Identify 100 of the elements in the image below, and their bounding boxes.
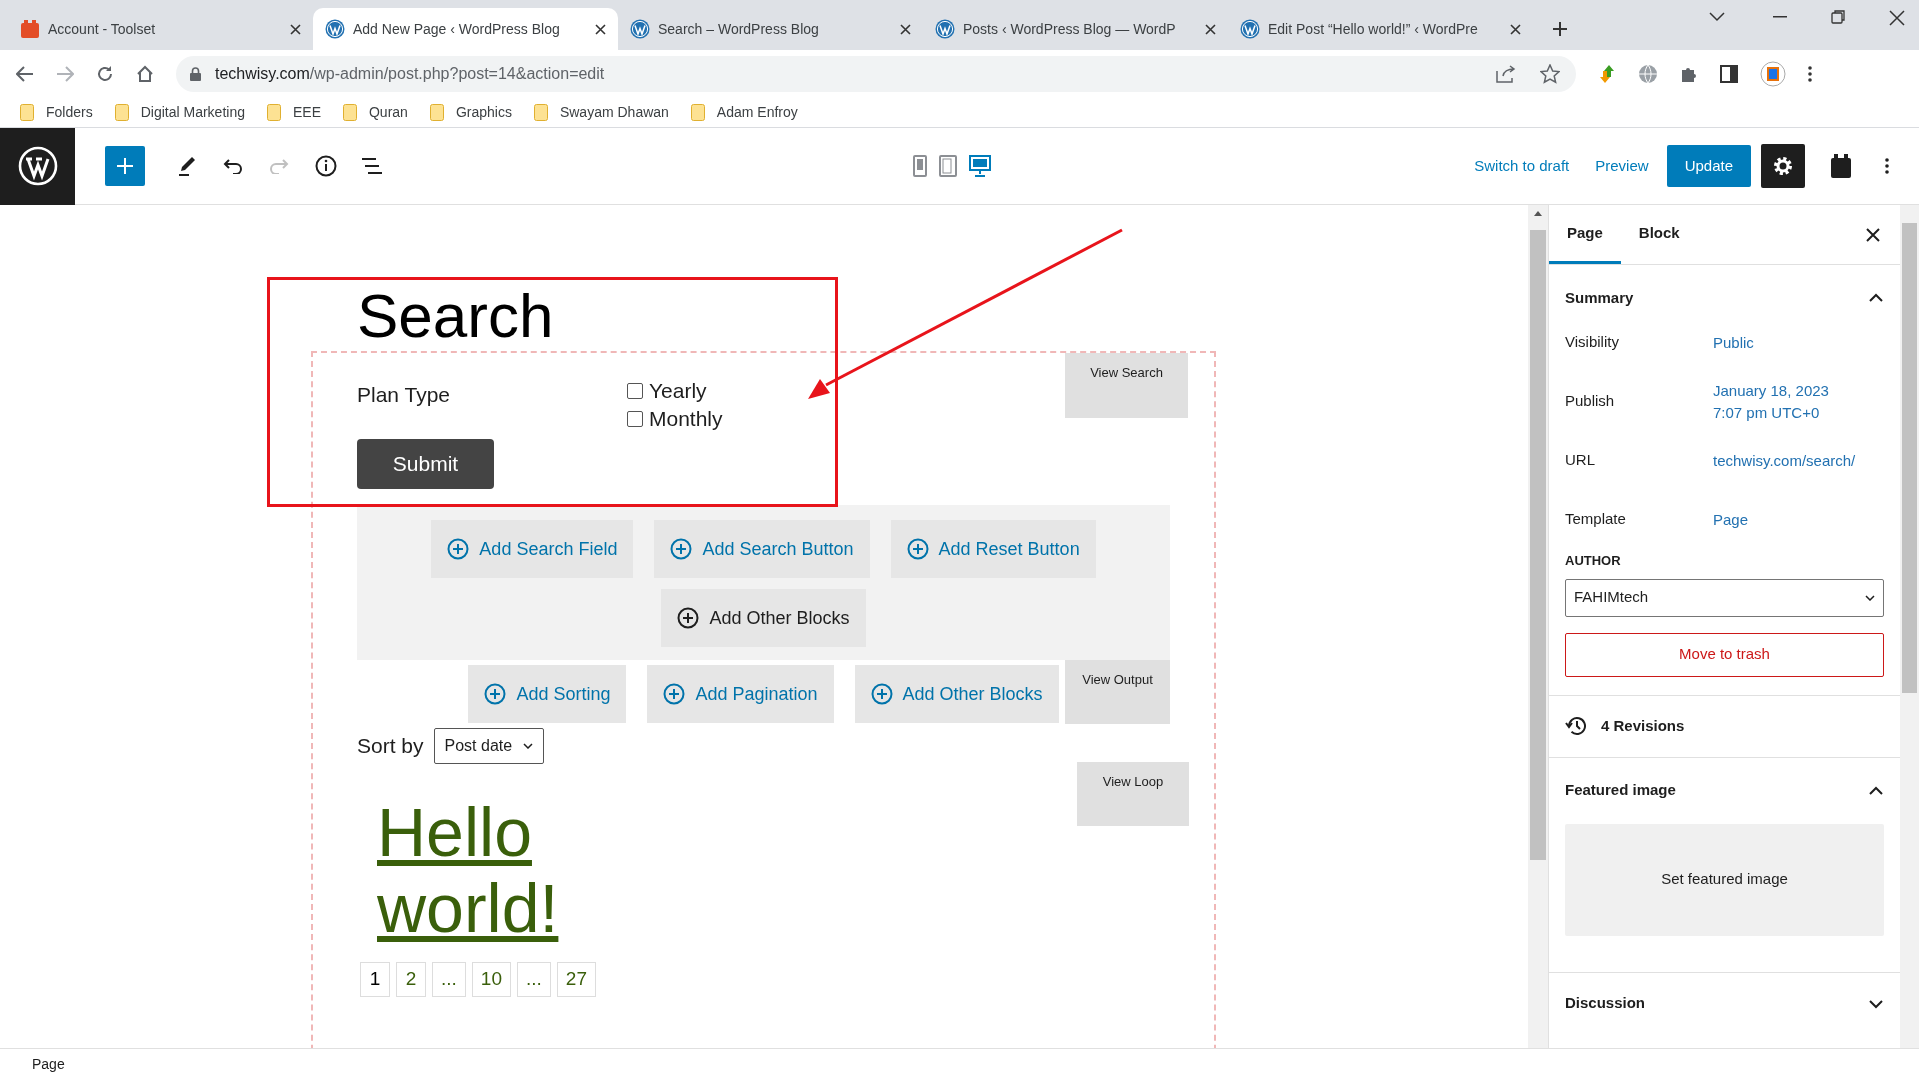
- share-icon[interactable]: [1496, 64, 1516, 83]
- profile-avatar-icon[interactable]: [1760, 60, 1786, 87]
- bookmark[interactable]: Folders: [20, 101, 93, 123]
- field-value-link[interactable]: techwisy.com/search/: [1713, 449, 1856, 472]
- browser-tab[interactable]: Search – WordPress Blog: [618, 8, 923, 50]
- wordpress-logo-icon: [935, 19, 955, 39]
- pagination-item[interactable]: 27: [556, 962, 596, 997]
- wordpress-logo-button[interactable]: [0, 127, 75, 205]
- pagination-item[interactable]: ...: [517, 962, 551, 997]
- view-section-tab[interactable]: View Output: [1065, 660, 1170, 724]
- browser-tab[interactable]: Posts ‹ WordPress Blog — WordP: [923, 8, 1228, 50]
- extension-arrows-icon[interactable]: [1598, 63, 1616, 84]
- add-block-button[interactable]: Add Pagination: [647, 665, 834, 723]
- tab-title: Account - Toolset: [48, 19, 157, 39]
- folder-icon: [266, 103, 281, 121]
- chevron-up-icon[interactable]: [1868, 293, 1884, 303]
- lock-icon: [190, 66, 201, 81]
- field-value-link[interactable]: January 18, 2023 7:07 pm UTC+0: [1713, 379, 1829, 424]
- close-icon[interactable]: [900, 23, 911, 35]
- set-featured-image-button[interactable]: Set featured image: [1565, 823, 1884, 936]
- panel-heading[interactable]: Summary: [1565, 286, 1634, 310]
- bookmark[interactable]: Graphics: [429, 101, 512, 123]
- add-block-button[interactable]: [105, 146, 145, 186]
- plus-icon: [116, 157, 134, 175]
- author-select[interactable]: FAHIMtech: [1565, 578, 1884, 617]
- tab-search-chevron-icon[interactable]: [1709, 12, 1725, 22]
- block-breadcrumb[interactable]: Page: [32, 1053, 65, 1075]
- add-block-button[interactable]: Add Other Blocks: [854, 665, 1059, 723]
- close-icon[interactable]: [1510, 23, 1521, 35]
- chevron-down-icon[interactable]: [1868, 998, 1884, 1009]
- plugin-block-icon[interactable]: [1831, 154, 1851, 178]
- sidebar-tab[interactable]: Block: [1620, 205, 1698, 264]
- browser-tab[interactable]: Edit Post “Hello world!” ‹ WordPre: [1228, 8, 1533, 50]
- minimize-icon[interactable]: [1773, 16, 1787, 18]
- close-window-icon[interactable]: [1889, 10, 1905, 26]
- info-icon[interactable]: [315, 155, 337, 177]
- browser-tab[interactable]: Add New Page ‹ WordPress Blog: [313, 8, 618, 50]
- more-options-icon[interactable]: [1808, 65, 1812, 82]
- undo-icon[interactable]: [223, 158, 243, 174]
- checkbox[interactable]: [627, 411, 643, 427]
- add-block-button[interactable]: Add Search Field: [431, 520, 634, 578]
- options-icon[interactable]: [1885, 158, 1889, 174]
- update-button[interactable]: Update: [1666, 145, 1751, 187]
- bookmark[interactable]: Swayam Dhawan: [533, 101, 669, 123]
- tab-title: Search – WordPress Blog: [658, 19, 820, 39]
- add-block-button[interactable]: Add Sorting: [468, 665, 627, 723]
- post-title-link[interactable]: Hello world!: [377, 794, 577, 946]
- bookmark[interactable]: Digital Marketing: [114, 101, 245, 123]
- pagination-item[interactable]: 1: [360, 962, 390, 997]
- restore-icon[interactable]: [1831, 10, 1845, 24]
- pagination-item[interactable]: 2: [396, 962, 426, 997]
- editor-scrollbar[interactable]: [1528, 205, 1548, 1048]
- add-block-button[interactable]: Add Reset Button: [890, 520, 1096, 578]
- side-panel-icon[interactable]: [1720, 64, 1738, 83]
- checkbox[interactable]: [627, 383, 643, 399]
- view-section-tab[interactable]: View Loop: [1077, 762, 1189, 826]
- list-view-icon[interactable]: [361, 158, 383, 174]
- close-icon[interactable]: [290, 23, 301, 35]
- bookmark[interactable]: Adam Enfroy: [690, 101, 798, 123]
- preview-button[interactable]: Preview: [1595, 154, 1649, 178]
- sidebar-tab[interactable]: Page: [1549, 205, 1621, 264]
- page-title[interactable]: Search: [357, 283, 1216, 349]
- pagination-item[interactable]: 10: [471, 962, 511, 997]
- home-icon[interactable]: [136, 64, 154, 83]
- close-icon[interactable]: [595, 23, 606, 35]
- checkbox-option[interactable]: Monthly: [627, 407, 723, 431]
- globe-icon[interactable]: [1638, 63, 1658, 84]
- field-value-link[interactable]: Page: [1713, 508, 1749, 531]
- checkbox-option[interactable]: Yearly: [627, 379, 723, 403]
- settings-button[interactable]: [1761, 144, 1805, 188]
- back-icon[interactable]: [16, 65, 34, 82]
- field-value-link[interactable]: Public: [1713, 331, 1754, 354]
- desktop-preview-icon[interactable]: [969, 155, 991, 177]
- close-icon[interactable]: [1205, 23, 1216, 35]
- new-tab-icon[interactable]: [1551, 20, 1569, 38]
- bookmark[interactable]: EEE: [266, 101, 321, 123]
- sort-select[interactable]: Post date: [433, 728, 544, 764]
- pencil-icon[interactable]: [177, 155, 197, 177]
- add-block-button[interactable]: Add Other Blocks: [661, 589, 866, 647]
- panel-heading[interactable]: Discussion: [1565, 992, 1646, 1015]
- sidebar-scrollbar[interactable]: [1900, 205, 1919, 1048]
- scrollbar-thumb[interactable]: [1902, 223, 1917, 693]
- switch-to-draft-button[interactable]: Switch to draft: [1474, 154, 1570, 178]
- panel-heading[interactable]: Featured image: [1565, 779, 1676, 802]
- tablet-preview-icon[interactable]: [939, 155, 957, 177]
- bookmark[interactable]: Quran: [342, 101, 408, 123]
- submit-button[interactable]: Submit: [357, 439, 494, 489]
- scroll-up-icon[interactable]: [1534, 211, 1542, 216]
- scrollbar-thumb[interactable]: [1530, 230, 1546, 860]
- close-icon[interactable]: [1866, 227, 1880, 242]
- mobile-preview-icon[interactable]: [913, 155, 927, 177]
- browser-tab[interactable]: Account - Toolset: [8, 8, 313, 50]
- reload-icon[interactable]: [96, 64, 114, 83]
- move-to-trash-button[interactable]: Move to trash: [1565, 632, 1884, 677]
- star-icon[interactable]: [1540, 63, 1560, 84]
- pagination-item[interactable]: ...: [432, 962, 466, 997]
- chevron-up-icon[interactable]: [1868, 785, 1884, 796]
- address-bar[interactable]: techwisy.com/wp-admin/post.php?post=14&action=edit: [176, 55, 1576, 92]
- add-block-button[interactable]: Add Search Button: [654, 520, 870, 578]
- view-section-tab[interactable]: View Search: [1065, 353, 1188, 418]
